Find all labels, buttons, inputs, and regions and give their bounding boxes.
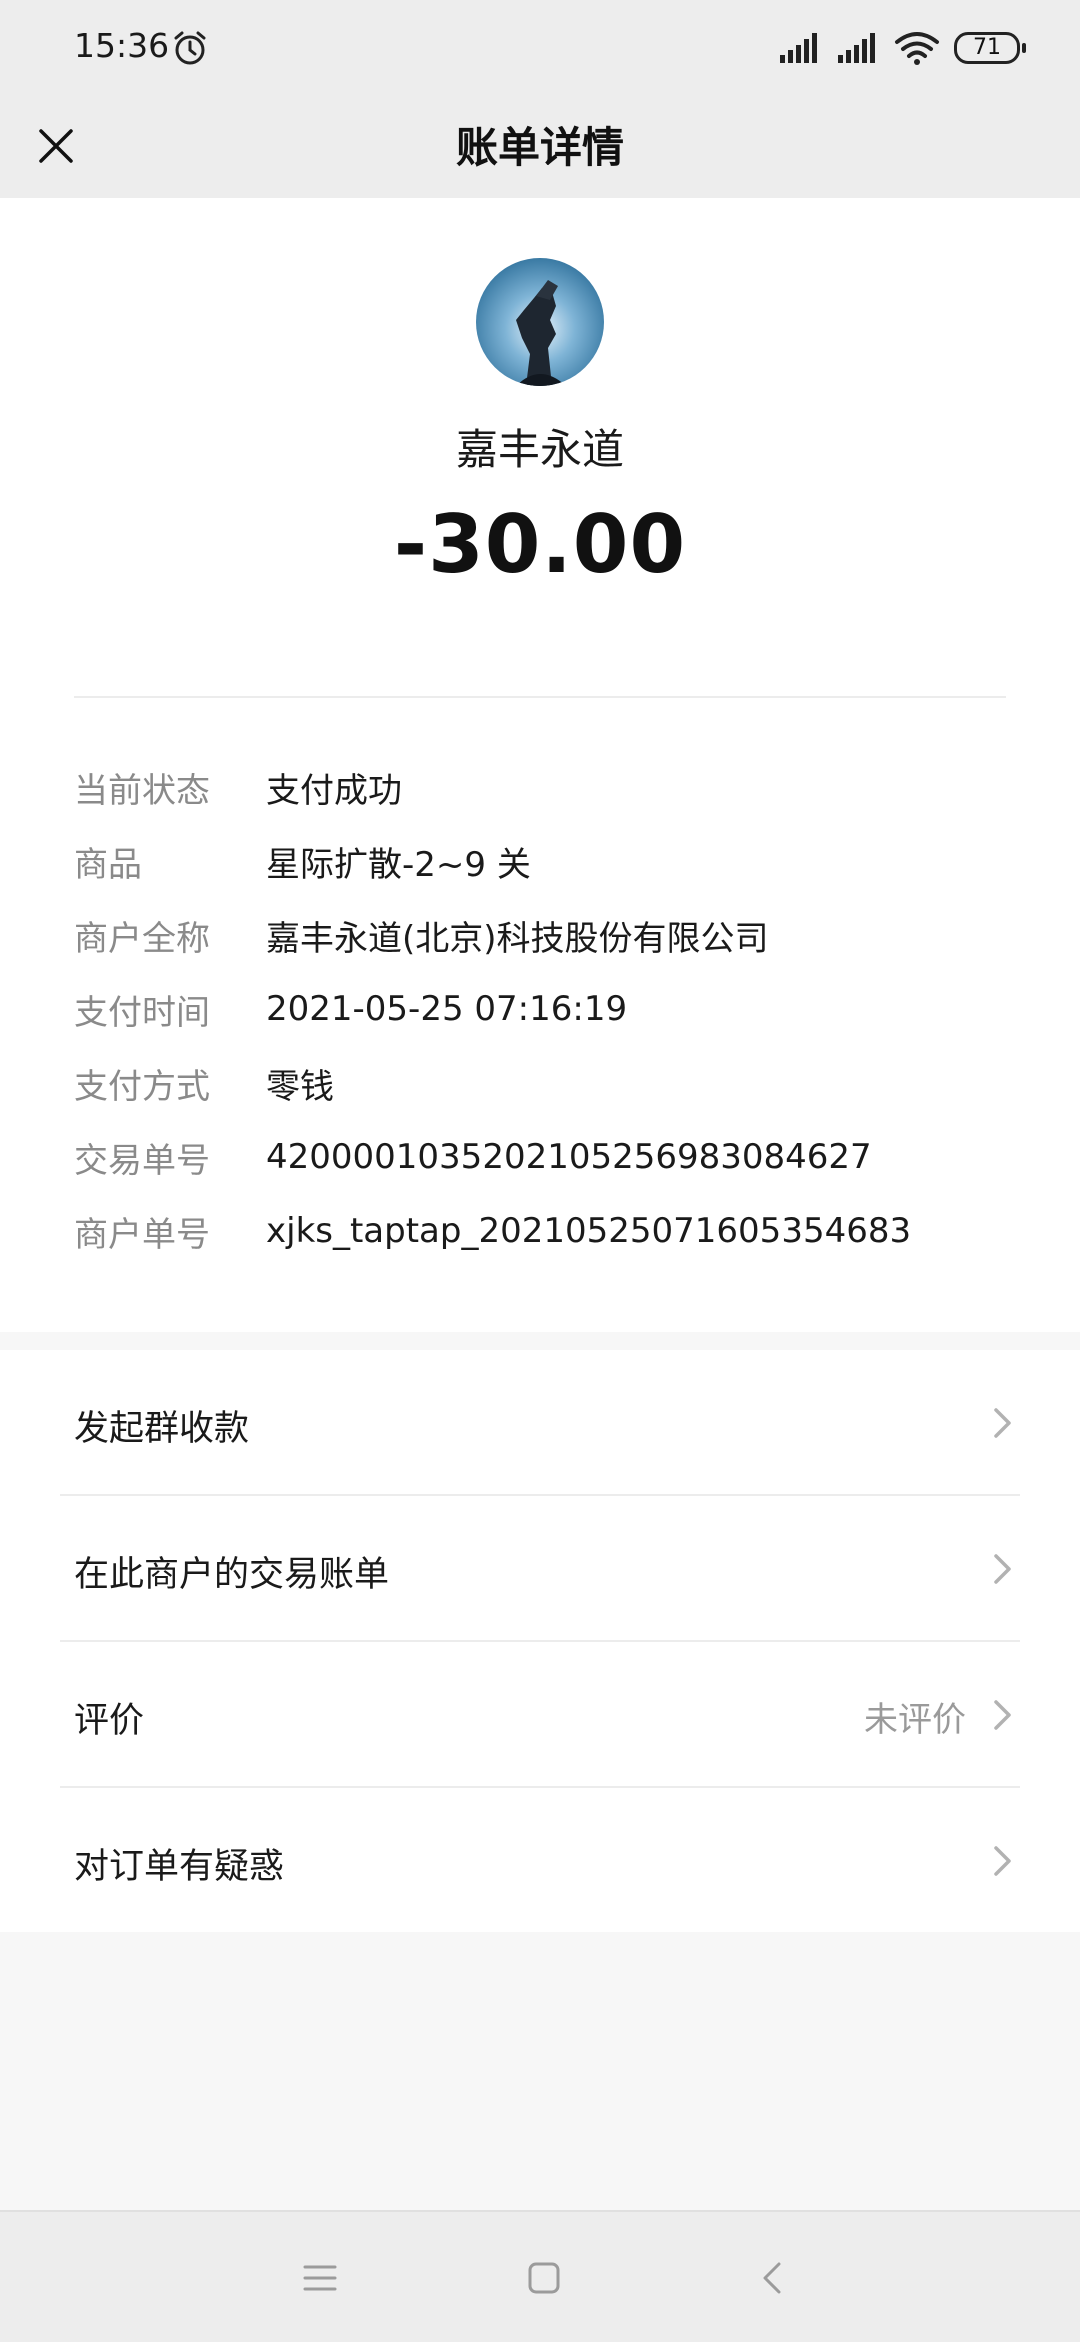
merchant-bills-button[interactable]: 在此商户的交易账单 bbox=[0, 1496, 1080, 1642]
detail-label: 交易单号 bbox=[74, 1140, 210, 1181]
detail-row-pay-method: 支付方式 零钱 bbox=[74, 1046, 1014, 1120]
avatar-image bbox=[476, 258, 604, 386]
detail-value: 星际扩散-2~9 关 bbox=[266, 844, 531, 885]
action-label: 在此商户的交易账单 bbox=[74, 1555, 390, 1595]
chevron-right-icon bbox=[994, 1846, 1011, 1876]
chevron-right-icon bbox=[994, 1554, 1011, 1584]
detail-label: 支付时间 bbox=[74, 992, 210, 1033]
wifi-icon bbox=[895, 32, 939, 65]
detail-row-transaction-id: 交易单号 4200001035202105256983084627 bbox=[74, 1120, 1014, 1194]
detail-value[interactable]: 4200001035202105256983084627 bbox=[266, 1137, 872, 1177]
detail-list: 当前状态 支付成功 商品 星际扩散-2~9 关 商户全称 嘉丰永道(北京)科技股… bbox=[74, 750, 1014, 1268]
status-time: 15:36 bbox=[74, 26, 170, 65]
detail-label: 商户单号 bbox=[74, 1214, 210, 1255]
home-button[interactable] bbox=[522, 2256, 566, 2300]
back-button[interactable] bbox=[750, 2256, 794, 2300]
divider bbox=[74, 696, 1006, 698]
detail-row-pay-time: 支付时间 2021-05-25 07:16:19 bbox=[74, 972, 1014, 1046]
detail-row-merchant-order-id: 商户单号 xjks_taptap_20210525071605354683 bbox=[74, 1194, 1014, 1268]
detail-row-status: 当前状态 支付成功 bbox=[74, 750, 1014, 824]
page-title: 账单详情 bbox=[455, 123, 624, 172]
detail-label: 支付方式 bbox=[74, 1066, 210, 1107]
detail-value: 2021-05-25 07:16:19 bbox=[266, 989, 628, 1029]
rating-status: 未评价 bbox=[864, 1700, 966, 1740]
detail-value[interactable]: xjks_taptap_20210525071605354683 bbox=[266, 1211, 911, 1251]
rate-button[interactable]: 评价 未评价 bbox=[0, 1642, 1080, 1788]
action-list: 发起群收款 在此商户的交易账单 评价 未评价 对订单有疑惑 bbox=[0, 1350, 1080, 1932]
top-bar: 账单详情 bbox=[0, 96, 1080, 198]
back-icon bbox=[763, 2262, 781, 2294]
action-label: 对订单有疑惑 bbox=[74, 1847, 285, 1887]
detail-row-merchant-fullname: 商户全称 嘉丰永道(北京)科技股份有限公司 bbox=[74, 898, 1014, 972]
bill-summary-card: 嘉丰永道 -30.00 当前状态 支付成功 商品 星际扩散-2~9 关 商户全称… bbox=[0, 198, 1080, 1332]
system-nav-bar bbox=[0, 2210, 1080, 2342]
detail-label: 商品 bbox=[74, 844, 142, 885]
menu-icon bbox=[303, 2265, 337, 2291]
alarm-icon bbox=[174, 31, 206, 65]
detail-label: 商户全称 bbox=[74, 918, 210, 959]
signal-icon bbox=[838, 33, 875, 63]
chevron-right-icon bbox=[994, 1700, 1011, 1730]
order-question-button[interactable]: 对订单有疑惑 bbox=[0, 1788, 1080, 1934]
signal-icon bbox=[780, 33, 817, 63]
detail-row-product: 商品 星际扩散-2~9 关 bbox=[74, 824, 1014, 898]
home-icon bbox=[528, 2262, 560, 2294]
merchant-name: 嘉丰永道 bbox=[455, 425, 624, 474]
merchant-avatar[interactable] bbox=[476, 258, 604, 386]
menu-button[interactable] bbox=[298, 2256, 342, 2300]
action-label: 评价 bbox=[74, 1701, 145, 1741]
action-label: 发起群收款 bbox=[74, 1409, 250, 1449]
status-bar: 15:36 71 bbox=[0, 0, 1080, 96]
detail-value: 支付成功 bbox=[266, 770, 402, 811]
chevron-right-icon bbox=[994, 1408, 1011, 1438]
amount: -30.00 bbox=[393, 498, 687, 591]
detail-label: 当前状态 bbox=[74, 770, 210, 811]
battery-level: 71 bbox=[973, 35, 1001, 60]
battery-icon: 71 bbox=[954, 32, 1026, 64]
detail-value: 零钱 bbox=[266, 1066, 334, 1107]
detail-value: 嘉丰永道(北京)科技股份有限公司 bbox=[266, 918, 769, 959]
group-collect-button[interactable]: 发起群收款 bbox=[0, 1350, 1080, 1496]
